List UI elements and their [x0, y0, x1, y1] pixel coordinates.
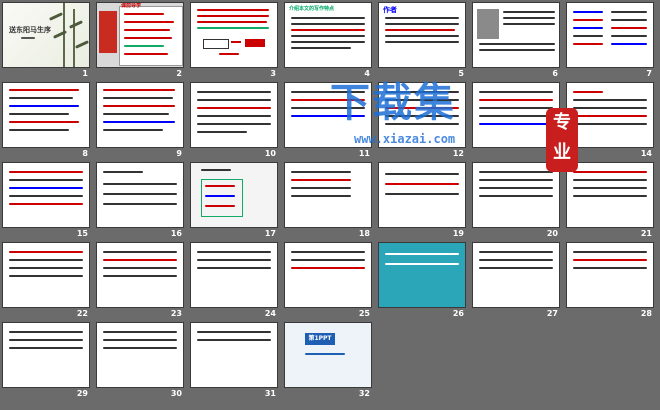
slide-thumb-15[interactable]: 15 — [2, 162, 90, 238]
slide-title: 课前导学 — [121, 3, 142, 9]
slide-thumb-5[interactable]: 作者 5 — [378, 2, 466, 78]
slide-thumb-16[interactable]: 16 — [96, 162, 184, 238]
slide-number: 15 — [76, 229, 88, 238]
slide-number: 8 — [82, 149, 88, 158]
slide-sorter-grid: 送东阳马生序 1 课前导学 2 3 介绍本文的写作特点 4 作者 5 6 7 8… — [2, 2, 658, 408]
slide-number: 11 — [358, 149, 370, 158]
watermark-url: www.xiazai.com — [354, 132, 456, 146]
slide-thumb-25[interactable]: 25 — [284, 242, 372, 318]
slide-thumb-6[interactable]: 6 — [472, 2, 560, 78]
slide-title: 作者 — [383, 6, 397, 14]
slide-number: 28 — [640, 309, 652, 318]
slide-thumb-14[interactable]: 14 — [566, 82, 654, 158]
slide-number: 27 — [546, 309, 558, 318]
slide-thumb-8[interactable]: 8 — [2, 82, 90, 158]
slide-number: 9 — [176, 149, 182, 158]
watermark-badge: 专业 — [546, 108, 578, 172]
slide-number: 24 — [264, 309, 276, 318]
slide-title: 介绍本文的写作特点 — [289, 6, 335, 12]
slide-number: 31 — [264, 389, 276, 398]
slide-number: 26 — [452, 309, 464, 318]
slide-number: 20 — [546, 229, 558, 238]
slide-number: 7 — [646, 69, 652, 78]
slide-number: 6 — [552, 69, 558, 78]
slide-thumb-26[interactable]: 26 — [378, 242, 466, 318]
slide-number: 17 — [264, 229, 276, 238]
slide-number: 3 — [270, 69, 276, 78]
slide-thumb-18[interactable]: 18 — [284, 162, 372, 238]
slide-thumb-7[interactable]: 7 — [566, 2, 654, 78]
slide-thumb-3[interactable]: 3 — [190, 2, 278, 78]
slide-thumb-21[interactable]: 21 — [566, 162, 654, 238]
slide-thumb-9[interactable]: 9 — [96, 82, 184, 158]
slide-thumb-28[interactable]: 28 — [566, 242, 654, 318]
slide-thumb-17[interactable]: 17 — [190, 162, 278, 238]
slide-number: 30 — [170, 389, 182, 398]
slide-thumb-31[interactable]: 31 — [190, 322, 278, 398]
slide-thumb-32[interactable]: 第1PPT 32 — [284, 322, 372, 398]
slide-thumb-2[interactable]: 课前导学 2 — [96, 2, 184, 78]
slide-number: 19 — [452, 229, 464, 238]
slide-thumb-19[interactable]: 19 — [378, 162, 466, 238]
slide-thumb-27[interactable]: 27 — [472, 242, 560, 318]
slide-number: 16 — [170, 229, 182, 238]
slide-number: 21 — [640, 229, 652, 238]
slide-number: 32 — [358, 389, 370, 398]
slide-number: 29 — [76, 389, 88, 398]
slide-thumb-30[interactable]: 30 — [96, 322, 184, 398]
slide-number: 12 — [452, 149, 464, 158]
slide-number: 14 — [640, 149, 652, 158]
slide-thumb-4[interactable]: 介绍本文的写作特点 4 — [284, 2, 372, 78]
slide-thumb-1[interactable]: 送东阳马生序 1 — [2, 2, 90, 78]
slide-number: 25 — [358, 309, 370, 318]
slide-number: 22 — [76, 309, 88, 318]
slide-thumb-22[interactable]: 22 — [2, 242, 90, 318]
slide-title: 送东阳马生序 — [9, 26, 51, 34]
slide-number: 10 — [264, 149, 276, 158]
slide-thumb-23[interactable]: 23 — [96, 242, 184, 318]
slide-thumb-10[interactable]: 10 — [190, 82, 278, 158]
slide-number: 2 — [176, 69, 182, 78]
slide-thumb-24[interactable]: 24 — [190, 242, 278, 318]
slide-number: 5 — [458, 69, 464, 78]
slide-number: 23 — [170, 309, 182, 318]
slide-thumb-29[interactable]: 29 — [2, 322, 90, 398]
slide-number: 18 — [358, 229, 370, 238]
watermark-title: 下载集 — [330, 80, 456, 126]
slide-thumb-20[interactable]: 20 — [472, 162, 560, 238]
bamboo-illustration — [3, 3, 89, 67]
slide-number: 1 — [82, 69, 88, 78]
ppt-logo: 第1PPT — [305, 333, 335, 345]
